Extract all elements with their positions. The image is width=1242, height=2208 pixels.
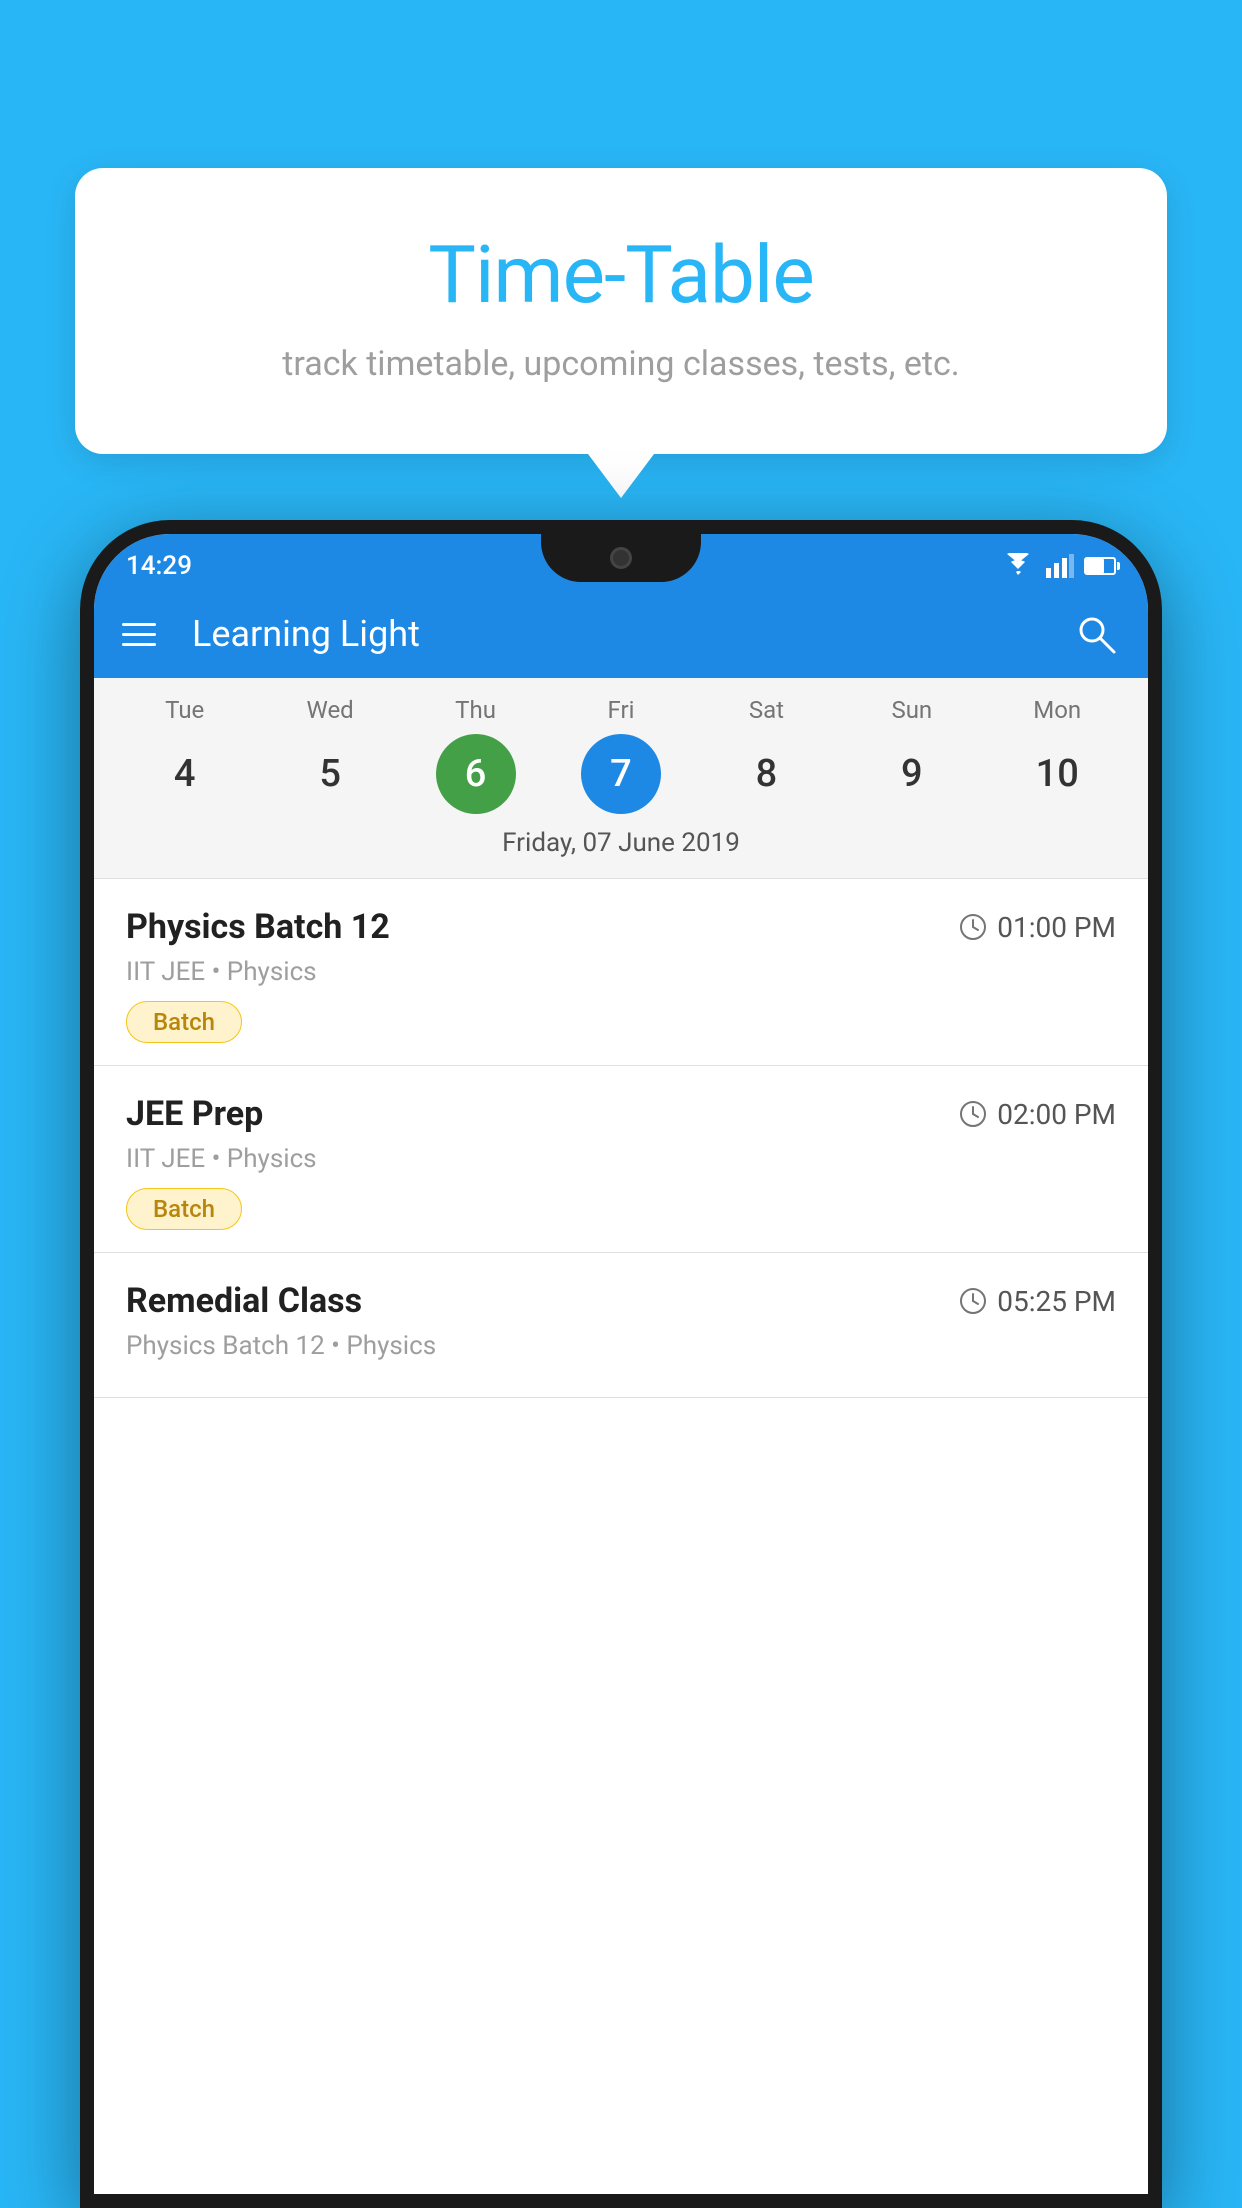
batch-badge-2: Batch xyxy=(126,1188,242,1230)
app-bar: Learning Light xyxy=(94,590,1148,678)
batch-badge-1: Batch xyxy=(126,1001,242,1043)
day-numbers: 4 5 6 7 8 9 10 xyxy=(94,734,1148,814)
item-time-2: 02:00 PM xyxy=(959,1098,1116,1131)
schedule-list: Physics Batch 12 01:00 PM IIT JEE • Phys… xyxy=(94,879,1148,2194)
hamburger-menu-icon[interactable] xyxy=(122,623,156,646)
clock-icon-1 xyxy=(959,913,987,941)
item-top-2: JEE Prep 02:00 PM xyxy=(126,1094,1116,1134)
day-header-tue: Tue xyxy=(145,696,225,724)
tooltip-title: Time-Table xyxy=(155,228,1087,322)
tooltip-card: Time-Table track timetable, upcoming cla… xyxy=(75,168,1167,454)
day-6-today[interactable]: 6 xyxy=(436,734,516,814)
time-text-2: 02:00 PM xyxy=(997,1098,1116,1131)
time-text-3: 05:25 PM xyxy=(997,1285,1116,1318)
item-top-1: Physics Batch 12 01:00 PM xyxy=(126,907,1116,947)
day-header-wed: Wed xyxy=(290,696,370,724)
item-subtitle-1: IIT JEE • Physics xyxy=(126,957,1116,987)
phone-frame: 14:29 xyxy=(80,520,1162,2208)
item-subtitle-2: IIT JEE • Physics xyxy=(126,1144,1116,1174)
day-8[interactable]: 8 xyxy=(726,734,806,814)
day-4[interactable]: 4 xyxy=(145,734,225,814)
item-subtitle-3: Physics Batch 12 • Physics xyxy=(126,1331,1116,1361)
phone-notch xyxy=(541,534,701,582)
search-icon xyxy=(1074,612,1118,656)
day-header-fri: Fri xyxy=(581,696,661,724)
day-10[interactable]: 10 xyxy=(1017,734,1097,814)
status-time: 14:29 xyxy=(126,551,192,581)
phone-screen: 14:29 xyxy=(94,534,1148,2194)
day-5[interactable]: 5 xyxy=(290,734,370,814)
app-title: Learning Light xyxy=(184,613,1044,655)
search-button[interactable] xyxy=(1072,610,1120,658)
day-7-selected[interactable]: 7 xyxy=(581,734,661,814)
day-header-sat: Sat xyxy=(726,696,806,724)
day-header-mon: Mon xyxy=(1017,696,1097,724)
wifi-icon xyxy=(1000,553,1036,579)
day-9[interactable]: 9 xyxy=(872,734,952,814)
schedule-item-1[interactable]: Physics Batch 12 01:00 PM IIT JEE • Phys… xyxy=(94,879,1148,1066)
item-time-1: 01:00 PM xyxy=(959,911,1116,944)
signal-icon xyxy=(1046,554,1074,578)
item-top-3: Remedial Class 05:25 PM xyxy=(126,1281,1116,1321)
battery-icon xyxy=(1084,557,1116,575)
day-header-sun: Sun xyxy=(872,696,952,724)
time-text-1: 01:00 PM xyxy=(997,911,1116,944)
status-icons xyxy=(1000,553,1116,579)
selected-date: Friday, 07 June 2019 xyxy=(94,828,1148,872)
camera xyxy=(610,547,632,569)
item-title-3: Remedial Class xyxy=(126,1281,362,1321)
clock-icon-3 xyxy=(959,1287,987,1315)
schedule-item-2[interactable]: JEE Prep 02:00 PM IIT JEE • Physics Batc… xyxy=(94,1066,1148,1253)
item-title-2: JEE Prep xyxy=(126,1094,263,1134)
item-time-3: 05:25 PM xyxy=(959,1285,1116,1318)
tooltip-subtitle: track timetable, upcoming classes, tests… xyxy=(155,344,1087,384)
day-header-thu: Thu xyxy=(436,696,516,724)
clock-icon-2 xyxy=(959,1100,987,1128)
item-title-1: Physics Batch 12 xyxy=(126,907,390,947)
phone-inner: 14:29 xyxy=(94,534,1148,2194)
calendar-strip: Tue Wed Thu Fri Sat Sun Mon 4 5 6 7 8 9 … xyxy=(94,678,1148,879)
day-headers: Tue Wed Thu Fri Sat Sun Mon xyxy=(94,696,1148,724)
schedule-item-3[interactable]: Remedial Class 05:25 PM Physics Batch 12… xyxy=(94,1253,1148,1398)
